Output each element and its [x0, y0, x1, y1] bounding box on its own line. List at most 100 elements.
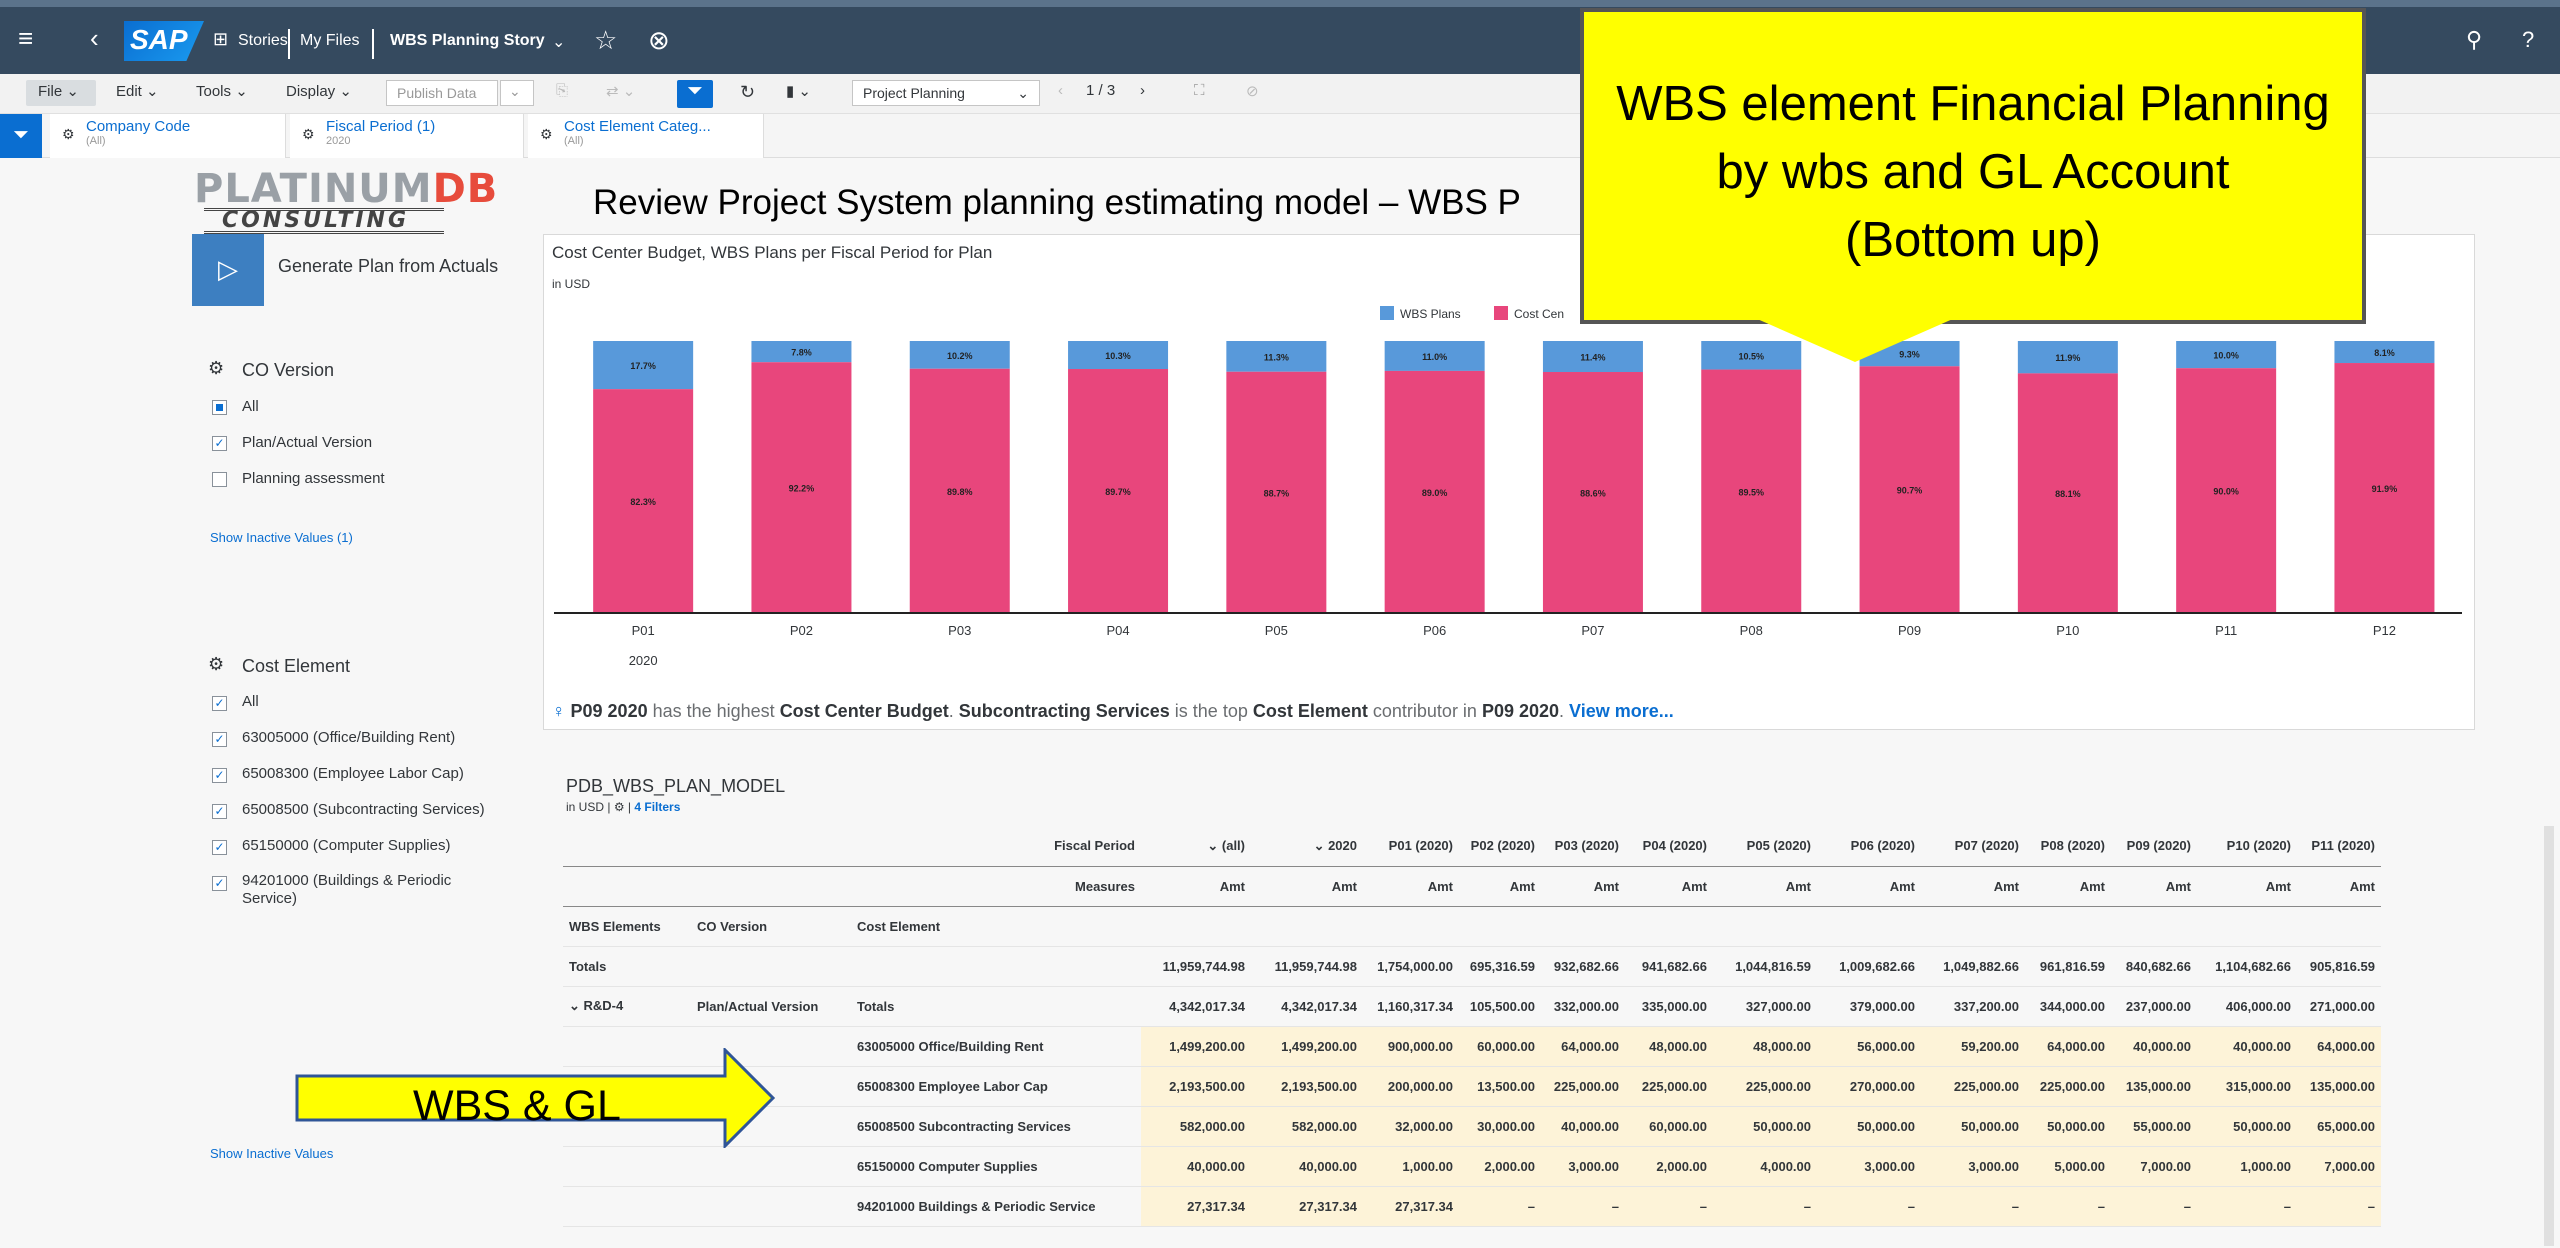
amount-cell: 270,000.00	[1817, 1066, 1921, 1107]
amount-cell: 50,000.00	[1921, 1106, 2025, 1147]
display-menu[interactable]: Display ⌄	[286, 82, 352, 100]
co-version-planning-assessment-label[interactable]: Planning assessment	[242, 470, 385, 487]
cost-element-checkbox[interactable]: ✓	[212, 840, 227, 855]
view-more-link[interactable]: View more...	[1569, 701, 1674, 721]
amount-cell: 582,000.00	[1251, 1106, 1363, 1147]
measure-header: Amt	[1713, 866, 1817, 907]
cost-element-checkbox[interactable]: ✓	[212, 876, 227, 891]
cost-element-checkbox[interactable]: ✓	[212, 732, 227, 747]
co-version-all-checkbox[interactable]	[212, 400, 227, 415]
cost-element-checkbox[interactable]: ✓	[212, 804, 227, 819]
amount-cell: 406,000.00	[2197, 986, 2297, 1027]
measure-header: Amt	[1921, 866, 2025, 907]
cost-element-checkbox[interactable]: ✓	[212, 768, 227, 783]
help-icon[interactable]: ?	[2522, 27, 2534, 53]
story-title[interactable]: WBS Planning Story	[390, 32, 545, 50]
cost-element-cell: 65150000 Computer Supplies	[851, 1146, 1141, 1187]
cost-element-all-label[interactable]: All	[242, 693, 259, 710]
search-icon[interactable]: ⚲	[2466, 27, 2482, 53]
cost-element-all-checkbox[interactable]: ✓	[212, 696, 227, 711]
show-inactive-values-link[interactable]: Show Inactive Values (1)	[210, 530, 353, 545]
data-label: 7.8%	[791, 348, 812, 358]
publish-dropdown[interactable]: ⌄	[500, 80, 534, 106]
edit-menu[interactable]: Edit ⌄	[116, 82, 159, 100]
amount-cell: 332,000.00	[1541, 986, 1625, 1027]
x-tick-label: P07	[1581, 623, 1604, 638]
show-inactive-values-link[interactable]: Show Inactive Values	[210, 1146, 333, 1161]
cost-element-label[interactable]: 65150000 (Computer Supplies)	[242, 837, 450, 854]
table-filters-link[interactable]: 4 Filters	[634, 800, 680, 814]
cost-element-label[interactable]: 65008300 (Employee Labor Cap)	[242, 765, 464, 782]
co-version-plan-actual-label[interactable]: Plan/Actual Version	[242, 434, 372, 451]
generate-plan-button[interactable]: ▷	[192, 234, 264, 306]
co-version-plan-actual-checkbox[interactable]: ✓	[212, 436, 227, 451]
fullscreen-icon[interactable]: ⛶	[1194, 82, 1205, 99]
cost-element-label[interactable]: 94201000 (Buildings & Periodic	[242, 872, 451, 889]
refresh-icon[interactable]: ↻	[740, 82, 755, 103]
close-circle-icon[interactable]: ⊗	[648, 25, 670, 56]
smart-insight: ♀ P09 2020 has the highest Cost Center B…	[552, 701, 1674, 722]
dimension-icon: ⚙	[540, 126, 553, 142]
amount-cell: 2,193,500.00	[1251, 1066, 1363, 1107]
co-version-planning-assessment-checkbox[interactable]	[212, 472, 227, 487]
filter-company-code[interactable]: ⚙ Company Code (All)	[50, 114, 286, 158]
column-header: P11 (2020)	[2297, 826, 2381, 867]
next-page-icon[interactable]: ›	[1140, 82, 1145, 99]
cost-element-label[interactable]: 65008500 (Subcontracting Services)	[242, 801, 485, 818]
dimension-icon: ⚙	[302, 126, 315, 142]
amount-cell: 225,000.00	[1541, 1066, 1625, 1107]
back-icon[interactable]: ‹	[90, 23, 99, 54]
data-label: 91.9%	[2372, 484, 2398, 494]
page-indicator: 1 / 3	[1086, 82, 1116, 99]
header-cell	[563, 866, 691, 907]
check-circle-icon[interactable]: ⊘	[1246, 82, 1259, 100]
filter-toggle-icon[interactable]: ⏷	[677, 80, 713, 108]
copy-icon[interactable]: ⎘	[556, 82, 568, 99]
total-value: 1,754,000.00	[1363, 946, 1459, 987]
co-version-all-label[interactable]: All	[242, 398, 259, 415]
menu-icon[interactable]: ≡	[18, 23, 33, 54]
wbs-element-cell	[563, 1146, 691, 1187]
prev-page-icon[interactable]: ‹	[1058, 82, 1063, 99]
favorite-star-icon[interactable]: ☆	[594, 25, 617, 56]
filter-fiscal-period[interactable]: ⚙ Fiscal Period (1) 2020	[290, 114, 524, 158]
measure-header: Amt	[2025, 866, 2111, 907]
share-icon[interactable]: ⇄ ⌄	[606, 82, 635, 100]
empty-cell	[1363, 906, 1459, 947]
data-label: 10.2%	[947, 351, 973, 361]
measure-header: Amt	[2111, 866, 2197, 907]
filter-value: (All)	[86, 135, 106, 147]
data-label: 11.9%	[2055, 353, 2080, 363]
insight-text: Subcontracting Services	[958, 701, 1170, 721]
amount-cell: –	[2197, 1186, 2297, 1227]
stories-link[interactable]: Stories	[238, 32, 288, 50]
generate-plan-label[interactable]: Generate Plan from Actuals	[278, 256, 498, 277]
amount-cell: –	[2297, 1186, 2381, 1227]
data-label: 90.7%	[1897, 486, 1923, 496]
chevron-down-icon[interactable]: ⌄	[552, 32, 565, 52]
tools-label: Tools	[196, 83, 232, 100]
cost-element-label-cont[interactable]: Service)	[242, 890, 297, 907]
add-filter-icon[interactable]: ⏷	[0, 114, 42, 158]
empty-cell	[1459, 906, 1541, 947]
amount-cell: 65,000.00	[2297, 1106, 2381, 1147]
tools-menu[interactable]: Tools ⌄	[196, 82, 248, 100]
table-row: 65008500 Subcontracting Services 582,000.…	[563, 1106, 2381, 1147]
table-scrollbar[interactable]	[2544, 826, 2554, 1246]
file-menu[interactable]: File ⌄	[38, 82, 79, 100]
insight-bulb-icon: ♀	[552, 701, 566, 721]
empty-cell	[1713, 906, 1817, 947]
totals-label: Totals	[563, 946, 691, 987]
measure-header: Amt	[1251, 866, 1363, 907]
cost-element-label[interactable]: 63005000 (Office/Building Rent)	[242, 729, 455, 746]
amount-cell: –	[1541, 1186, 1625, 1227]
bookmark-icon[interactable]: ▮ ⌄	[786, 82, 811, 100]
page-select[interactable]: Project Planning ⌄	[852, 80, 1040, 106]
publish-data-button[interactable]: Publish Data	[386, 80, 498, 106]
filter-cost-element-category[interactable]: ⚙ Cost Element Categ... (All)	[528, 114, 764, 158]
x-tick-label: P02	[790, 623, 813, 638]
my-files-link[interactable]: My Files	[300, 32, 360, 50]
measure-header: Amt	[1817, 866, 1921, 907]
amount-cell: 55,000.00	[2111, 1106, 2197, 1147]
x-tick-label: P05	[1265, 623, 1288, 638]
